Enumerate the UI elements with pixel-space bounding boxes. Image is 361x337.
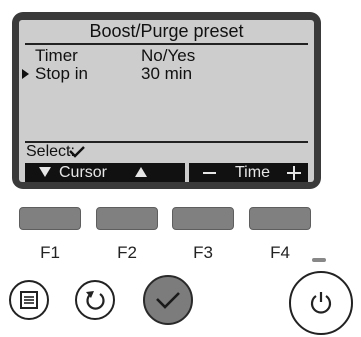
minus-icon bbox=[203, 172, 216, 174]
triangle-up-icon bbox=[135, 167, 147, 177]
f3-button[interactable] bbox=[172, 207, 234, 230]
select-hint: Select: bbox=[26, 143, 75, 160]
power-icon bbox=[310, 292, 332, 314]
f1-button[interactable] bbox=[19, 207, 81, 230]
power-button[interactable] bbox=[289, 271, 353, 335]
operation-lamp bbox=[312, 258, 326, 262]
lcd-bezel: Boost/Purge preset Timer No/Yes Stop in … bbox=[12, 12, 321, 189]
f3-label: F3 bbox=[193, 243, 213, 262]
title-divider bbox=[25, 43, 308, 45]
f2-button[interactable] bbox=[96, 207, 158, 230]
menu-button[interactable] bbox=[9, 280, 49, 320]
return-arrow-icon bbox=[86, 291, 105, 310]
f4-button[interactable] bbox=[249, 207, 311, 230]
return-button[interactable] bbox=[75, 280, 115, 320]
f1-label: F1 bbox=[40, 243, 60, 262]
time-function-bar: Time bbox=[189, 163, 308, 182]
f4-label: F4 bbox=[270, 243, 290, 262]
triangle-down-icon bbox=[39, 167, 51, 177]
cursor-label: Cursor bbox=[59, 164, 108, 181]
select-button[interactable] bbox=[143, 275, 193, 325]
row-value: No/Yes bbox=[141, 46, 196, 65]
row-label: Stop in bbox=[35, 64, 88, 83]
lcd-screen: Boost/Purge preset Timer No/Yes Stop in … bbox=[19, 20, 314, 182]
checkmark-icon bbox=[69, 146, 85, 158]
time-label: Time bbox=[235, 164, 270, 181]
row-label: Timer bbox=[35, 46, 78, 65]
f2-label: F2 bbox=[117, 243, 137, 262]
checkmark-icon bbox=[156, 292, 180, 309]
row-value: 30 min bbox=[141, 64, 193, 83]
menu-list-icon bbox=[20, 291, 38, 309]
cursor-arrow-icon bbox=[22, 69, 29, 79]
screen-title: Boost/Purge preset bbox=[89, 21, 244, 41]
cursor-function-bar: Cursor bbox=[25, 163, 185, 182]
